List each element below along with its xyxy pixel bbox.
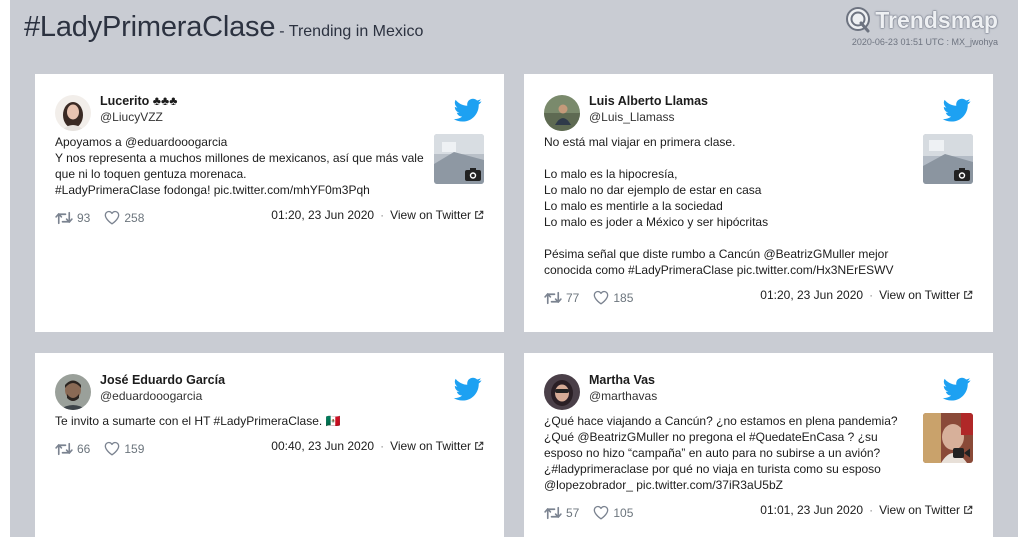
external-link-icon xyxy=(963,290,973,300)
retweet-count[interactable]: 77 xyxy=(544,291,579,305)
tweet-stats: 93 258 xyxy=(55,210,158,225)
like-value: 105 xyxy=(613,505,634,520)
tweet-text: Te invito a sumarte con el HT #LadyPrime… xyxy=(55,413,475,429)
avatar[interactable] xyxy=(55,95,91,131)
retweet-value: 93 xyxy=(77,210,91,225)
tweet-card: Lucerito ♣♣♣ @LiucyVZZ Apoyamos a @eduar… xyxy=(35,74,504,332)
page-background: #LadyPrimeraClase - Trending in Mexico Tr… xyxy=(10,0,1018,537)
external-link-icon xyxy=(474,441,484,451)
like-value: 258 xyxy=(124,210,145,225)
retweet-icon xyxy=(55,211,73,225)
author-name[interactable]: Lucerito ♣♣♣ xyxy=(100,94,177,108)
external-link-icon xyxy=(474,210,484,220)
heart-icon xyxy=(104,441,120,456)
camera-icon xyxy=(954,168,970,181)
author-handle[interactable]: @eduardooogarcia xyxy=(100,389,202,403)
avatar[interactable] xyxy=(544,374,580,410)
tweet-meta: 01:20, 23 Jun 2020 · View on Twitter xyxy=(271,208,484,222)
timestamp-meta: 2020-06-23 01:51 UTC : MX_jwohya xyxy=(851,37,998,47)
tweet-time[interactable]: 01:01, 23 Jun 2020 xyxy=(760,503,863,517)
trend-hashtag: #LadyPrimeraClase xyxy=(24,11,276,43)
author-name[interactable]: Martha Vas xyxy=(589,373,655,387)
retweet-value: 77 xyxy=(566,290,580,305)
tweet-meta: 01:20, 23 Jun 2020 · View on Twitter xyxy=(760,288,973,302)
tweet-text: No está mal viajar en primera clase. Lo … xyxy=(544,134,916,278)
tweet-stats: 57 105 xyxy=(544,505,647,520)
like-value: 159 xyxy=(124,441,145,456)
avatar[interactable] xyxy=(544,95,580,131)
tweet-meta: 01:01, 23 Jun 2020 · View on Twitter xyxy=(760,503,973,517)
retweet-count[interactable]: 66 xyxy=(55,442,90,456)
tweet-time[interactable]: 01:20, 23 Jun 2020 xyxy=(760,288,863,302)
tweet-meta: 00:40, 23 Jun 2020 · View on Twitter xyxy=(271,439,484,453)
like-count[interactable]: 159 xyxy=(104,441,144,456)
heart-icon xyxy=(593,290,609,305)
twitter-bird-icon[interactable] xyxy=(452,96,484,124)
retweet-icon xyxy=(544,506,562,520)
retweet-value: 66 xyxy=(77,441,91,456)
twitter-bird-icon[interactable] xyxy=(941,375,973,403)
external-link-icon xyxy=(963,505,973,515)
tweet-body: Te invito a sumarte con el HT #LadyPrime… xyxy=(55,414,341,428)
tweet-text: Apoyamos a @eduardooogarcia Y nos repres… xyxy=(55,134,427,198)
like-value: 185 xyxy=(613,290,634,305)
tweet-card: José Eduardo García @eduardooogarcia Te … xyxy=(35,353,504,537)
avatar[interactable] xyxy=(55,374,91,410)
tweet-time[interactable]: 01:20, 23 Jun 2020 xyxy=(271,208,374,222)
tweet-body: Apoyamos a @eduardooogarcia Y nos repres… xyxy=(55,135,424,197)
trend-subtitle: - Trending in Mexico xyxy=(279,23,424,40)
video-icon xyxy=(953,448,970,458)
retweet-icon xyxy=(55,442,73,456)
author-name[interactable]: José Eduardo García xyxy=(100,373,225,387)
like-count[interactable]: 105 xyxy=(593,505,633,520)
camera-icon xyxy=(465,168,481,181)
retweet-count[interactable]: 93 xyxy=(55,211,90,225)
author-handle[interactable]: @marthavas xyxy=(589,389,657,403)
heart-icon xyxy=(593,505,609,520)
tweet-media-thumbnail[interactable] xyxy=(923,413,973,463)
tweet-text: ¿Qué hace viajando a Cancún? ¿no estamos… xyxy=(544,413,916,493)
brand-name: Trendsmap xyxy=(875,6,998,33)
view-on-twitter-link[interactable]: View on Twitter xyxy=(879,288,960,302)
twitter-bird-icon[interactable] xyxy=(941,96,973,124)
brand-block: Trendsmap 2020-06-23 01:51 UTC : MX_jwoh… xyxy=(844,6,998,47)
author-handle[interactable]: @LiucyVZZ xyxy=(100,110,163,124)
retweet-count[interactable]: 57 xyxy=(544,506,579,520)
retweet-value: 57 xyxy=(566,505,580,520)
tweet-stats: 77 185 xyxy=(544,290,647,305)
view-on-twitter-link[interactable]: View on Twitter xyxy=(390,208,471,222)
retweet-icon xyxy=(544,291,562,305)
heart-icon xyxy=(104,210,120,225)
trendsmap-pin-icon xyxy=(846,7,871,33)
tweet-media-thumbnail[interactable] xyxy=(923,134,973,184)
tweet-time[interactable]: 00:40, 23 Jun 2020 xyxy=(271,439,374,453)
tweet-card: Luis Alberto Llamas @Luis_Llamass No est… xyxy=(524,74,993,332)
like-count[interactable]: 185 xyxy=(593,290,633,305)
like-count[interactable]: 258 xyxy=(104,210,144,225)
tweet-body: No está mal viajar en primera clase. Lo … xyxy=(544,135,894,277)
trendsmap-logo[interactable]: Trendsmap xyxy=(844,6,998,34)
author-name[interactable]: Luis Alberto Llamas xyxy=(589,94,708,108)
tweet-media-thumbnail[interactable] xyxy=(434,134,484,184)
author-handle[interactable]: @Luis_Llamass xyxy=(589,110,675,124)
tweet-body: ¿Qué hace viajando a Cancún? ¿no estamos… xyxy=(544,414,898,492)
tweet-stats: 66 159 xyxy=(55,441,158,456)
page-title: #LadyPrimeraClase - Trending in Mexico xyxy=(24,11,423,44)
tweet-card: Martha Vas @marthavas ¿Qué hace viajando… xyxy=(524,353,993,537)
twitter-bird-icon[interactable] xyxy=(452,375,484,403)
view-on-twitter-link[interactable]: View on Twitter xyxy=(879,503,960,517)
view-on-twitter-link[interactable]: View on Twitter xyxy=(390,439,471,453)
